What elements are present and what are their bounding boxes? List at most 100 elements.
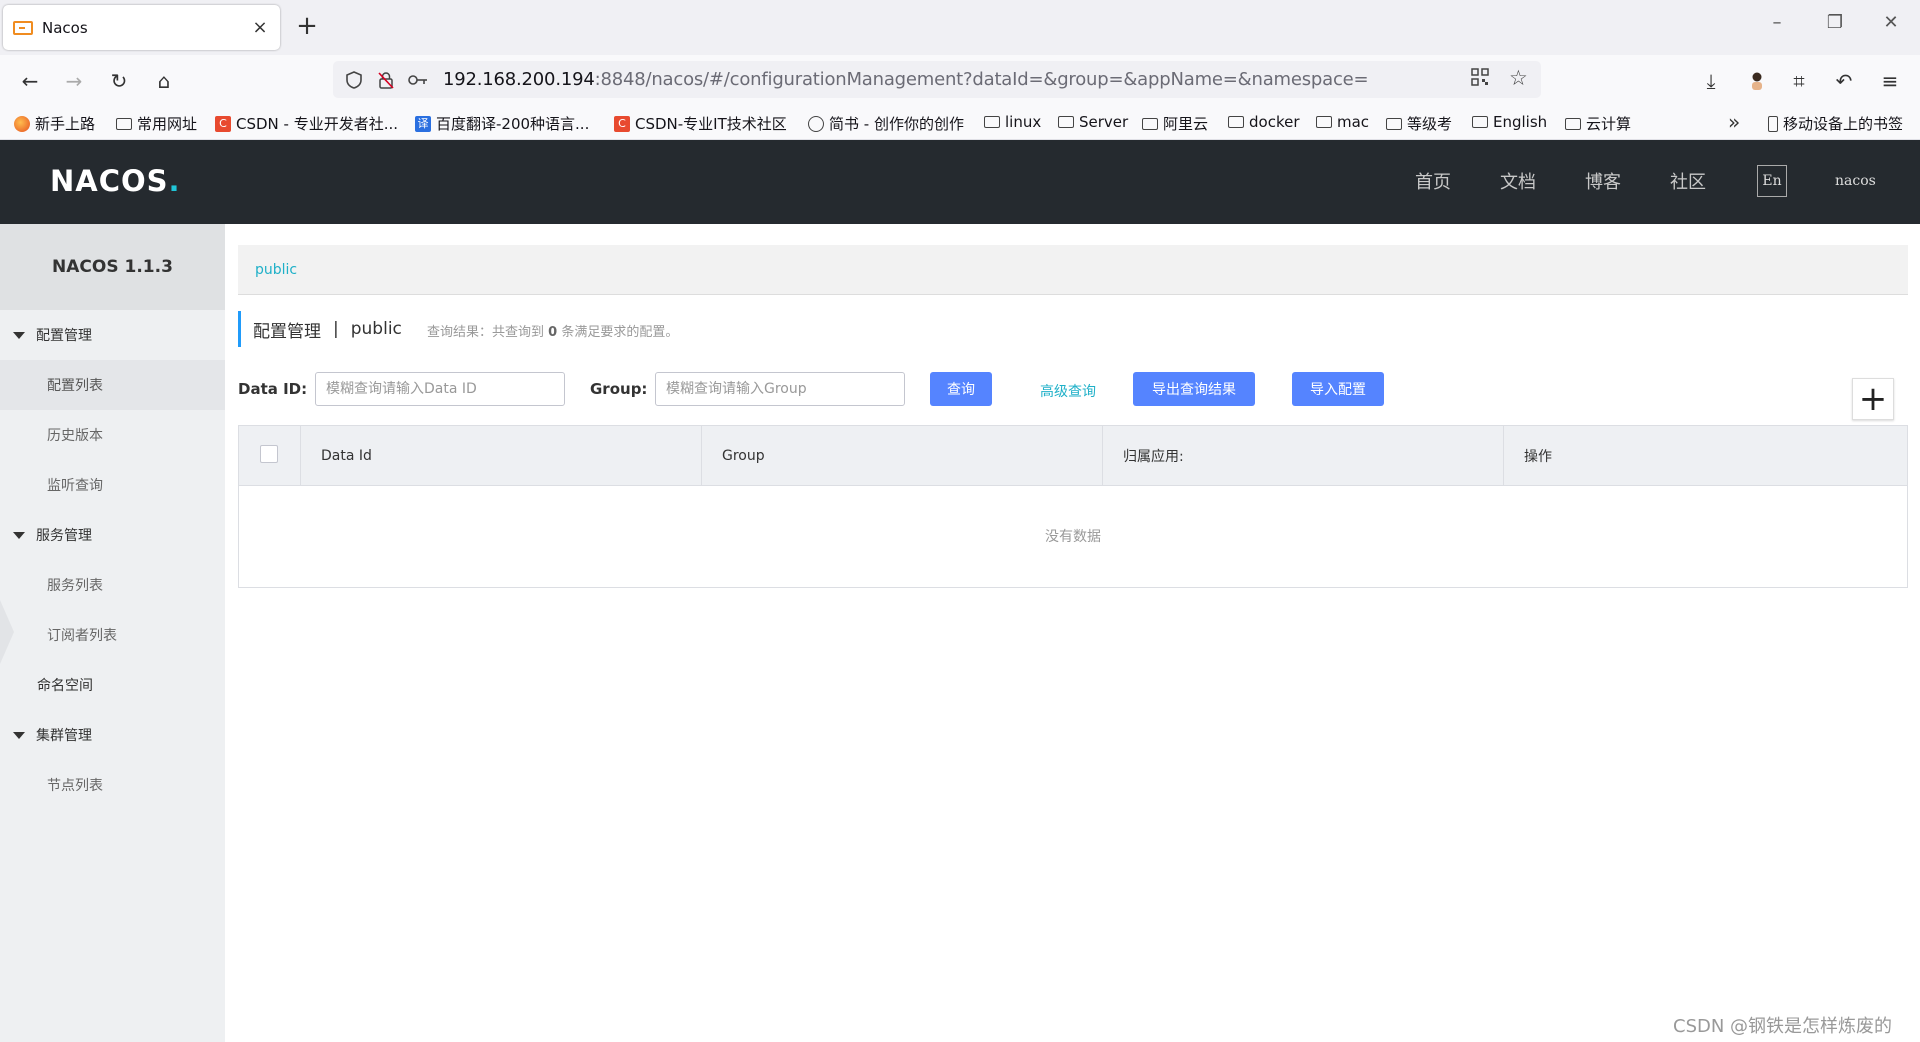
- folder-icon: [1565, 117, 1581, 130]
- column-header-app[interactable]: 归属应用:: [1102, 426, 1442, 486]
- folder-icon: [1142, 117, 1158, 130]
- group-label: Group:: [590, 380, 648, 398]
- folder-icon: [984, 116, 1000, 128]
- menu-group-service[interactable]: 服务管理: [0, 510, 225, 560]
- bookmark-item[interactable]: mac: [1316, 113, 1369, 131]
- namespace-bar: public: [238, 245, 1908, 295]
- export-results-button[interactable]: 导出查询结果: [1133, 372, 1255, 406]
- bookmark-item[interactable]: 等级考: [1386, 113, 1452, 134]
- sidebar-item-service-list[interactable]: 服务列表: [0, 560, 225, 610]
- nav-community[interactable]: 社区: [1670, 168, 1706, 194]
- profile-avatar-icon[interactable]: [1743, 67, 1771, 95]
- query-button[interactable]: 查询: [930, 372, 992, 406]
- shield-icon[interactable]: [343, 69, 365, 91]
- table-empty-text: 没有数据: [1045, 529, 1101, 545]
- insecure-lock-icon[interactable]: [375, 69, 397, 91]
- bookmark-item[interactable]: 译百度翻译-200种语言...: [415, 113, 589, 134]
- data-id-input[interactable]: [315, 372, 565, 406]
- key-icon[interactable]: [407, 69, 429, 91]
- caret-down-icon: [13, 331, 25, 339]
- crop-screenshot-icon[interactable]: ⌗: [1785, 67, 1813, 95]
- bookmark-item[interactable]: 简书 - 创作你的创作: [808, 113, 964, 134]
- bookmarks-overflow-icon[interactable]: »: [1728, 110, 1740, 134]
- nav-home[interactable]: 首页: [1415, 168, 1451, 194]
- folder-icon: [1472, 116, 1488, 128]
- new-tab-button[interactable]: +: [293, 12, 321, 40]
- bookmark-item[interactable]: C CSDN-专业IT技术社区: [614, 113, 787, 134]
- sidebar-item-namespace[interactable]: 命名空间: [0, 660, 225, 710]
- watermark: CSDN @钢铁是怎样炼废的: [1673, 1016, 1893, 1037]
- bookmark-item[interactable]: C CSDN - 专业开发者社...: [215, 113, 398, 134]
- column-header-group[interactable]: Group: [701, 426, 1041, 486]
- nacos-logo[interactable]: NACOS.: [50, 164, 181, 198]
- globe-icon: [808, 115, 824, 132]
- sidebar-title: NACOS 1.1.3: [0, 224, 225, 310]
- bookmark-item[interactable]: 云计算: [1565, 113, 1631, 134]
- back-icon[interactable]: ←: [16, 67, 44, 95]
- sidebar-item-node-list[interactable]: 节点列表: [0, 760, 225, 810]
- url-text[interactable]: 192.168.200.194:8848/nacos/#/configurati…: [443, 69, 1369, 90]
- bookmark-star-icon[interactable]: ☆: [1509, 66, 1528, 90]
- phone-icon: [1768, 115, 1778, 132]
- browser-tab-strip: Nacos × + – ❐ ✕: [0, 0, 1920, 55]
- nacos-favicon-icon: [13, 20, 33, 35]
- fanyi-icon: 译: [415, 115, 431, 132]
- caret-down-icon: [13, 731, 25, 739]
- table-header: Data Id Group 归属应用: 操作: [239, 426, 1907, 486]
- menu-hamburger-icon[interactable]: ≡: [1876, 67, 1904, 95]
- download-icon[interactable]: ⤓: [1697, 67, 1725, 95]
- advanced-query-link[interactable]: 高级查询: [1040, 381, 1096, 401]
- config-table: Data Id Group 归属应用: 操作 没有数据: [238, 425, 1908, 588]
- forward-icon[interactable]: →: [60, 67, 88, 95]
- sidebar-item-subscriber-list[interactable]: 订阅者列表: [0, 610, 225, 660]
- bookmark-item[interactable]: 阿里云: [1142, 113, 1208, 134]
- sidebar-item-history[interactable]: 历史版本: [0, 410, 225, 460]
- bookmark-item[interactable]: 新手上路: [14, 113, 95, 134]
- mobile-bookmarks[interactable]: 移动设备上的书签: [1768, 113, 1903, 134]
- undo-icon[interactable]: ↶: [1830, 67, 1858, 95]
- tab-close-icon[interactable]: ×: [250, 17, 270, 38]
- group-input[interactable]: [655, 372, 905, 406]
- folder-icon: [1228, 116, 1244, 128]
- address-bar[interactable]: 192.168.200.194:8848/nacos/#/configurati…: [333, 61, 1541, 98]
- folder-icon: [1316, 116, 1332, 128]
- bookmark-item[interactable]: docker: [1228, 113, 1300, 131]
- app-header: NACOS. 首页 文档 博客 社区 En nacos: [0, 140, 1920, 224]
- firefox-icon: [14, 115, 30, 132]
- language-switch-button[interactable]: En: [1757, 165, 1787, 197]
- caret-down-icon: [13, 531, 25, 539]
- browser-tab[interactable]: Nacos ×: [3, 5, 280, 50]
- nav-docs[interactable]: 文档: [1500, 168, 1536, 194]
- column-header-data-id[interactable]: Data Id: [300, 426, 640, 486]
- nav-blog[interactable]: 博客: [1585, 168, 1621, 194]
- sidebar-item-config-list[interactable]: 配置列表: [0, 360, 225, 410]
- home-icon[interactable]: ⌂: [150, 67, 178, 95]
- menu-group-config[interactable]: 配置管理: [0, 310, 225, 360]
- query-result-text: 查询结果：共查询到 0 条满足要求的配置。: [427, 325, 679, 340]
- tab-title: Nacos: [42, 18, 88, 37]
- user-menu[interactable]: nacos: [1835, 173, 1876, 189]
- bookmark-item[interactable]: English: [1472, 113, 1547, 131]
- add-config-button[interactable]: +: [1852, 378, 1894, 420]
- folder-icon: [1386, 117, 1402, 130]
- csdn-icon: C: [614, 115, 630, 132]
- menu-group-cluster[interactable]: 集群管理: [0, 710, 225, 760]
- close-window-icon[interactable]: ✕: [1876, 12, 1906, 33]
- bookmark-item[interactable]: 常用网址: [116, 113, 197, 134]
- folder-icon: [116, 117, 132, 130]
- reload-icon[interactable]: ↻: [105, 67, 133, 95]
- qr-code-icon[interactable]: [1471, 68, 1489, 91]
- import-config-button[interactable]: 导入配置: [1292, 372, 1384, 406]
- folder-icon: [1058, 116, 1074, 128]
- namespace-tab-public[interactable]: public: [255, 262, 297, 278]
- data-id-label: Data ID:: [238, 380, 308, 398]
- browser-nav-bar: ← → ↻ ⌂ 192.168.200.194:8848/nacos/#/con…: [0, 55, 1920, 105]
- bookmark-item[interactable]: linux: [984, 113, 1041, 131]
- select-all-checkbox[interactable]: [260, 445, 278, 463]
- restore-window-icon[interactable]: ❐: [1820, 12, 1850, 33]
- bookmark-item[interactable]: Server: [1058, 113, 1128, 131]
- sidebar-item-listener-query[interactable]: 监听查询: [0, 460, 225, 510]
- column-header-actions: 操作: [1503, 426, 1908, 486]
- minimize-window-icon[interactable]: –: [1762, 12, 1792, 33]
- bookmarks-bar: 新手上路 常用网址 C CSDN - 专业开发者社... 译百度翻译-200种语言…: [0, 105, 1920, 140]
